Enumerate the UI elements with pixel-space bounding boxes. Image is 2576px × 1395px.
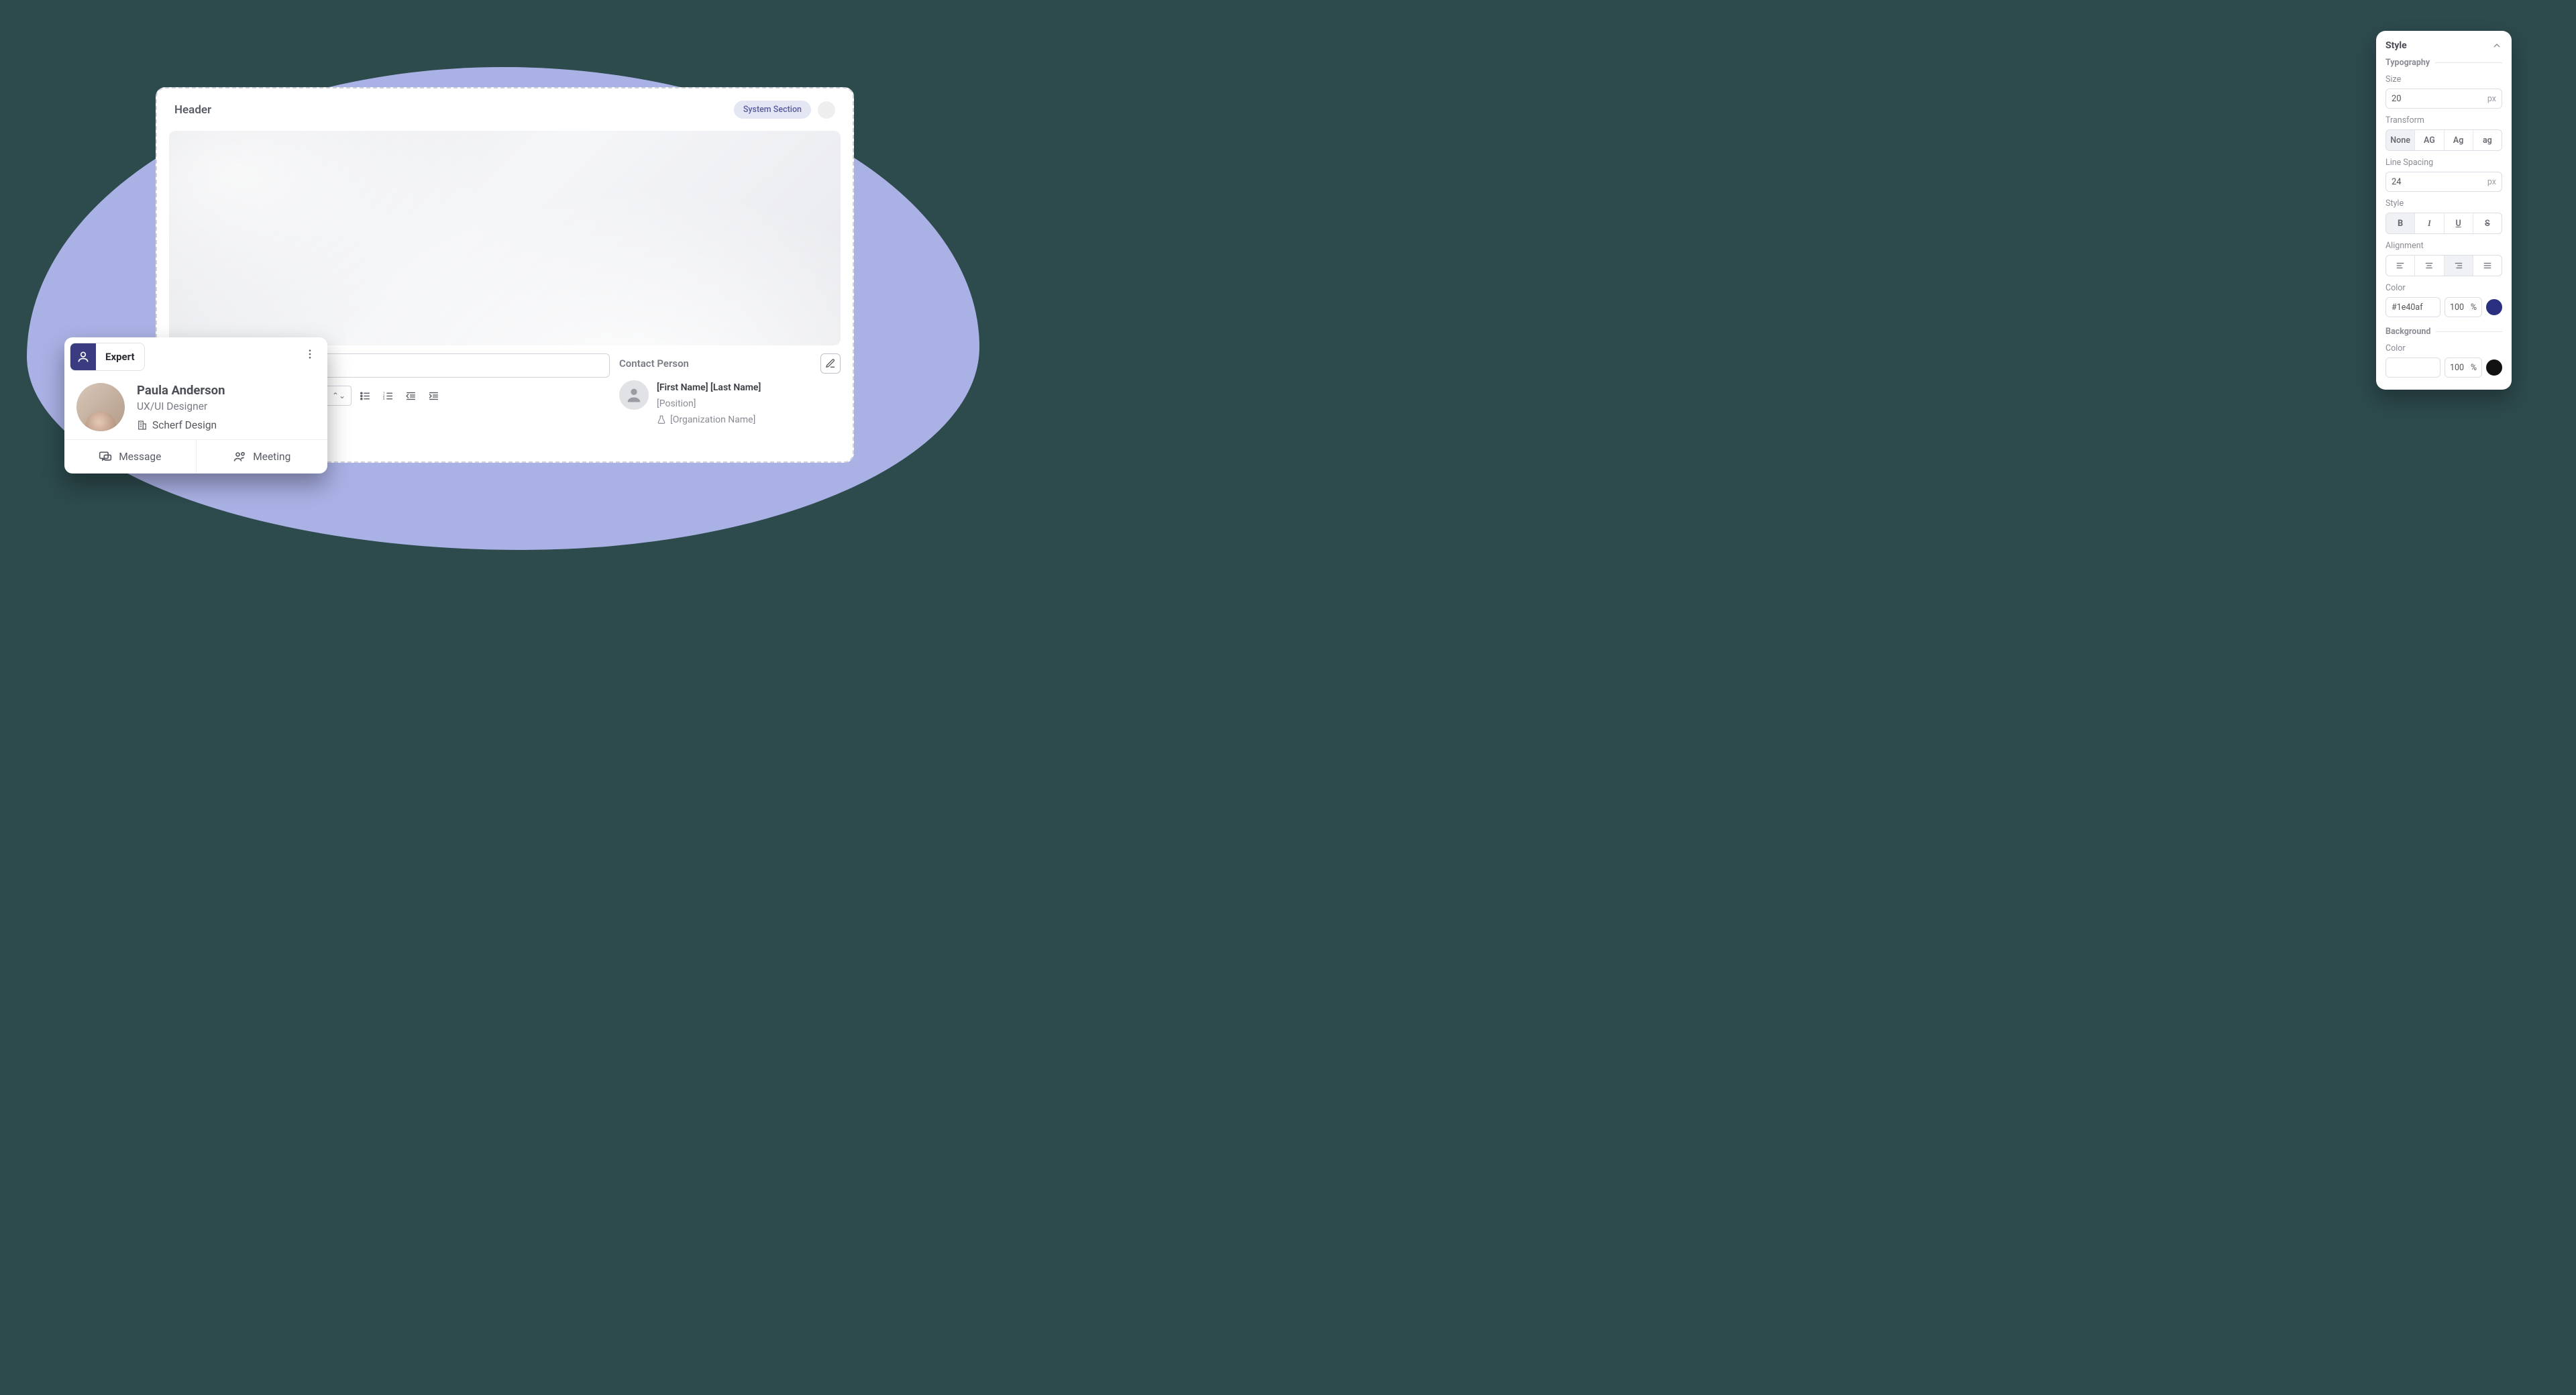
person-icon xyxy=(625,386,643,404)
alignment-segmented xyxy=(2385,255,2502,276)
transform-segmented: None AG Ag ag xyxy=(2385,129,2502,151)
align-right-button[interactable] xyxy=(2444,256,2473,276)
expert-tag: Expert xyxy=(70,343,145,371)
color-hex-value: #1e40af xyxy=(2392,302,2423,313)
color-opacity-unit: % xyxy=(2471,302,2477,313)
italic-button[interactable]: I xyxy=(2414,213,2443,233)
align-center-button[interactable] xyxy=(2414,256,2443,276)
contact-name-placeholder: [First Name] [Last Name] xyxy=(657,380,761,396)
canvas-title: Header xyxy=(174,103,211,117)
chevron-up-icon xyxy=(2491,40,2502,51)
outdent-icon[interactable] xyxy=(401,386,420,405)
more-menu-button[interactable] xyxy=(298,342,322,366)
align-justify-button[interactable] xyxy=(2473,256,2502,276)
transform-option-title[interactable]: Ag xyxy=(2444,130,2473,150)
svg-text:3: 3 xyxy=(382,397,384,401)
strike-button[interactable]: S xyxy=(2473,213,2502,233)
transform-option-none[interactable]: None xyxy=(2386,130,2414,150)
color-opacity-value: 100 xyxy=(2450,302,2464,313)
contact-org-placeholder: [Organization Name] xyxy=(670,412,755,429)
header-circle-button[interactable] xyxy=(818,101,835,119)
size-label: Size xyxy=(2385,74,2502,85)
bg-color-swatch[interactable] xyxy=(2486,359,2502,376)
linespacing-value: 24 xyxy=(2392,177,2402,187)
contact-section-title: Contact Person xyxy=(619,357,689,370)
expert-name: Paula Anderson xyxy=(137,383,225,398)
transform-option-upper[interactable]: AG xyxy=(2414,130,2443,150)
font-size-unit: px xyxy=(2487,94,2496,104)
style-panel: Style Typography Size 20 px Transform No… xyxy=(2376,31,2512,390)
numbered-list-icon[interactable]: 123 xyxy=(378,386,397,405)
underline-button[interactable]: U xyxy=(2444,213,2473,233)
meeting-button-label: Meeting xyxy=(253,451,290,463)
bg-color-hex-input[interactable] xyxy=(2385,357,2440,378)
linespacing-label: Line Spacing xyxy=(2385,158,2502,168)
building-icon xyxy=(137,420,148,431)
meeting-icon xyxy=(233,450,246,463)
collapse-panel-button[interactable] xyxy=(2491,40,2502,51)
message-button[interactable]: Message xyxy=(64,440,196,473)
color-hex-input[interactable]: #1e40af xyxy=(2385,297,2440,317)
bg-color-opacity-unit: % xyxy=(2471,363,2477,373)
expert-popover: Expert Paula Anderson UX/UI Designer Sch… xyxy=(64,337,327,473)
background-section-label: Background xyxy=(2385,327,2502,337)
kebab-icon xyxy=(304,348,316,360)
pencil-icon xyxy=(825,358,836,369)
indent-icon[interactable] xyxy=(424,386,443,405)
typography-section-label: Typography xyxy=(2385,58,2502,68)
font-style-label: Style xyxy=(2385,199,2502,209)
edit-contact-button[interactable] xyxy=(820,353,841,374)
font-style-segmented: B I U S xyxy=(2385,213,2502,234)
expert-org: Scherf Design xyxy=(152,419,217,431)
expert-tag-label: Expert xyxy=(96,351,144,363)
contact-position-placeholder: [Position] xyxy=(657,396,761,412)
expert-avatar xyxy=(76,383,125,431)
contact-person-block: Contact Person [First Name] [Last Name] … xyxy=(619,353,841,430)
meeting-button[interactable]: Meeting xyxy=(196,440,328,473)
bg-color-opacity-input[interactable]: 100% xyxy=(2445,357,2482,378)
font-size-value: 20 xyxy=(2392,94,2402,104)
system-section-badge: System Section xyxy=(734,101,811,119)
caret-icon: ⌃⌄ xyxy=(332,391,345,400)
contact-avatar-placeholder xyxy=(619,380,649,410)
color-label: Color xyxy=(2385,283,2502,293)
linespacing-unit: px xyxy=(2487,177,2496,187)
expert-role: UX/UI Designer xyxy=(137,400,225,412)
style-panel-title: Style xyxy=(2385,40,2407,51)
expert-icon xyxy=(70,343,96,370)
flask-icon xyxy=(657,415,666,425)
bullet-list-icon[interactable] xyxy=(356,386,374,405)
bold-button[interactable]: B xyxy=(2386,213,2414,233)
message-button-label: Message xyxy=(119,451,161,463)
message-icon xyxy=(99,450,112,463)
bg-color-label: Color xyxy=(2385,343,2502,353)
color-swatch[interactable] xyxy=(2486,299,2502,315)
transform-label: Transform xyxy=(2385,115,2502,125)
linespacing-input[interactable]: 24 px xyxy=(2385,172,2502,192)
hero-image-placeholder[interactable] xyxy=(169,131,841,345)
color-opacity-input[interactable]: 100% xyxy=(2445,297,2482,317)
font-size-input[interactable]: 20 px xyxy=(2385,89,2502,109)
align-left-button[interactable] xyxy=(2386,256,2414,276)
bg-color-opacity-value: 100 xyxy=(2450,363,2464,373)
alignment-label: Alignment xyxy=(2385,241,2502,251)
transform-option-lower[interactable]: ag xyxy=(2473,130,2502,150)
